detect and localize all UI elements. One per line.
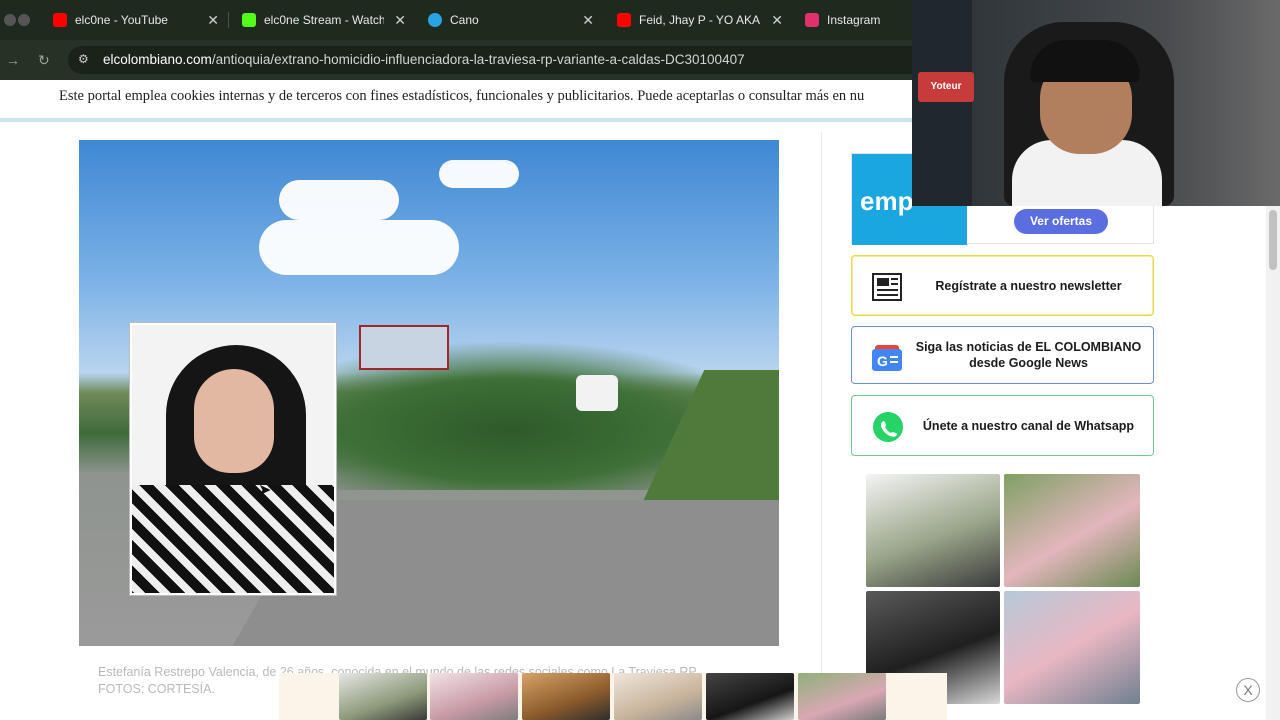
bottom-sticky-ad[interactable] — [279, 673, 947, 720]
product-thumb[interactable] — [522, 673, 610, 720]
photo-cloud — [439, 160, 519, 188]
close-icon[interactable]: ✕ — [394, 12, 406, 29]
sidebar-divider — [821, 132, 822, 692]
tab-instagram[interactable]: Instagram — [805, 6, 905, 34]
reload-icon[interactable]: ↻ — [38, 52, 50, 69]
employment-ad-logo-text: emp — [860, 186, 914, 216]
portrait-shirt — [132, 485, 334, 593]
site-settings-icon[interactable]: ⚙ — [78, 52, 94, 68]
close-ad-button[interactable]: X — [1236, 678, 1260, 702]
newsletter-signup-link[interactable]: Regístrate a nuestro newsletter — [851, 255, 1154, 316]
instagram-icon — [805, 13, 819, 27]
tab-kick-stream[interactable]: elc0ne Stream - Watch ✕ — [242, 6, 406, 34]
webcam-cap — [1030, 40, 1140, 82]
google-news-link[interactable]: G Siga las noticias de EL COLOMBIANO des… — [851, 326, 1154, 384]
webcam-sign: Yoteur — [918, 72, 974, 102]
newspaper-icon — [872, 273, 902, 301]
url-text: elcolombiano.com/antioquia/extrano-homic… — [103, 52, 745, 67]
google-news-label: Siga las noticias de EL COLOMBIANO desde… — [915, 340, 1142, 370]
product-thumb[interactable] — [614, 673, 702, 720]
scrollbar-thumb[interactable] — [1269, 210, 1277, 270]
tab-youtube-elc0ne[interactable]: elc0ne - YouTube ✕ — [53, 6, 219, 34]
photo-cloud — [279, 180, 399, 220]
youtube-icon — [53, 13, 67, 27]
close-icon[interactable]: ✕ — [207, 12, 219, 29]
mouse-cursor-icon: ➤ — [258, 482, 272, 499]
kick-icon — [242, 13, 256, 27]
tab-label: Instagram — [827, 13, 881, 27]
whatsapp-channel-link[interactable]: Únete a nuestro canal de Whatsapp — [851, 395, 1154, 456]
cookie-banner-text: Este portal emplea cookies internas y de… — [59, 88, 865, 104]
page-scrollbar[interactable] — [1266, 206, 1280, 720]
tab-label: elc0ne Stream - Watch — [264, 13, 384, 27]
telegram-icon — [428, 13, 442, 27]
tab-separator — [228, 12, 229, 28]
product-image-ad[interactable] — [866, 474, 1140, 704]
screen: elc0ne - YouTube ✕ elc0ne Stream - Watch… — [0, 0, 1280, 720]
address-bar[interactable]: ⚙ elcolombiano.com/antioquia/extrano-hom… — [68, 46, 928, 74]
photo-car — [576, 375, 618, 411]
tab-telegram-cano[interactable]: Cano ✕ — [428, 6, 594, 34]
youtube-icon — [617, 13, 631, 27]
product-thumb[interactable] — [798, 673, 886, 720]
tab-youtube-feid[interactable]: Feid, Jhay P - YO AKA ✕ — [617, 6, 783, 34]
whatsapp-label: Únete a nuestro canal de Whatsapp — [922, 418, 1135, 433]
ver-ofertas-button[interactable]: Ver ofertas — [1014, 209, 1108, 234]
window-control[interactable] — [4, 14, 16, 26]
product-thumb[interactable] — [1004, 474, 1140, 587]
streamer-webcam: Yoteur — [912, 0, 1280, 206]
product-thumb[interactable] — [706, 673, 794, 720]
webcam-shelf — [912, 0, 972, 206]
product-thumb[interactable] — [866, 474, 1000, 587]
forward-icon[interactable]: → — [6, 52, 20, 68]
product-thumb[interactable] — [1004, 591, 1140, 704]
url-path: /antioquia/extrano-homicidio-influenciad… — [211, 52, 745, 67]
tab-label: elc0ne - YouTube — [75, 13, 168, 27]
close-icon[interactable]: ✕ — [582, 12, 594, 29]
portrait-face — [194, 369, 274, 473]
product-thumb[interactable] — [339, 673, 427, 720]
url-host: elcolombiano.com — [103, 52, 212, 67]
tab-label: Cano — [450, 13, 479, 27]
newsletter-label: Regístrate a nuestro newsletter — [935, 278, 1122, 293]
svg-text:G: G — [877, 353, 888, 369]
close-icon[interactable]: ✕ — [771, 12, 783, 29]
window-control[interactable] — [18, 14, 30, 26]
tab-label: Feid, Jhay P - YO AKA — [639, 13, 760, 27]
google-news-icon: G — [872, 345, 902, 371]
whatsapp-icon — [873, 412, 903, 442]
portrait-inset-photo — [130, 323, 336, 595]
product-thumb[interactable] — [430, 673, 518, 720]
photo-truck — [359, 325, 449, 370]
photo-cloud — [259, 220, 459, 275]
